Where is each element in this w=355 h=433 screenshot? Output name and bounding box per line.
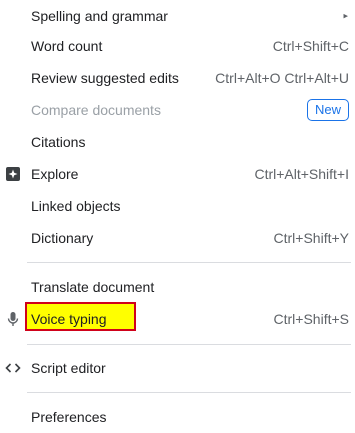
microphone-icon	[4, 310, 22, 328]
tools-menu: Spelling and grammar ▸ Word count Ctrl+S…	[0, 0, 355, 433]
menu-item-linked-objects[interactable]: Linked objects	[0, 190, 355, 222]
menu-item-shortcut: Ctrl+Shift+S	[273, 311, 349, 327]
menu-item-script-editor[interactable]: Script editor	[0, 352, 355, 384]
menu-item-label: Preferences	[31, 409, 107, 425]
submenu-arrow-icon: ▸	[343, 10, 348, 21]
menu-item-label: Linked objects	[31, 198, 121, 214]
menu-item-word-count[interactable]: Word count Ctrl+Shift+C	[0, 30, 355, 62]
code-icon	[4, 359, 22, 377]
menu-item-label: Citations	[31, 134, 86, 150]
menu-item-label: Voice typing	[31, 311, 107, 327]
new-badge: New	[306, 99, 349, 121]
menu-item-preferences[interactable]: Preferences	[0, 401, 355, 433]
menu-item-shortcut: Ctrl+Alt+Shift+I	[254, 166, 349, 182]
menu-divider	[27, 344, 351, 345]
menu-item-shortcut: Ctrl+Alt+O Ctrl+Alt+U	[215, 70, 349, 86]
menu-item-shortcut: Ctrl+Shift+Y	[273, 230, 349, 246]
menu-item-label: Translate document	[31, 279, 155, 295]
menu-item-citations[interactable]: Citations	[0, 126, 355, 158]
menu-item-label: Spelling and grammar	[31, 8, 168, 24]
menu-divider	[27, 262, 351, 263]
menu-item-label: Explore	[31, 166, 79, 182]
menu-item-label: Script editor	[31, 360, 106, 376]
menu-item-spelling-and-grammar[interactable]: Spelling and grammar ▸	[0, 0, 355, 32]
menu-divider	[27, 392, 351, 393]
menu-item-dictionary[interactable]: Dictionary Ctrl+Shift+Y	[0, 222, 355, 254]
menu-item-voice-typing[interactable]: Voice typing Ctrl+Shift+S	[0, 303, 355, 335]
menu-item-compare-documents: Compare documents New	[0, 94, 355, 126]
menu-item-explore[interactable]: Explore Ctrl+Alt+Shift+I	[0, 158, 355, 190]
menu-item-label: Compare documents	[31, 102, 161, 118]
menu-item-label: Review suggested edits	[31, 70, 179, 86]
menu-item-label: Word count	[31, 38, 103, 54]
menu-item-translate-document[interactable]: Translate document	[0, 271, 355, 303]
explore-icon	[4, 165, 22, 183]
menu-item-shortcut: Ctrl+Shift+C	[272, 38, 349, 54]
menu-item-review-suggested-edits[interactable]: Review suggested edits Ctrl+Alt+O Ctrl+A…	[0, 62, 355, 94]
menu-item-label: Dictionary	[31, 230, 94, 246]
